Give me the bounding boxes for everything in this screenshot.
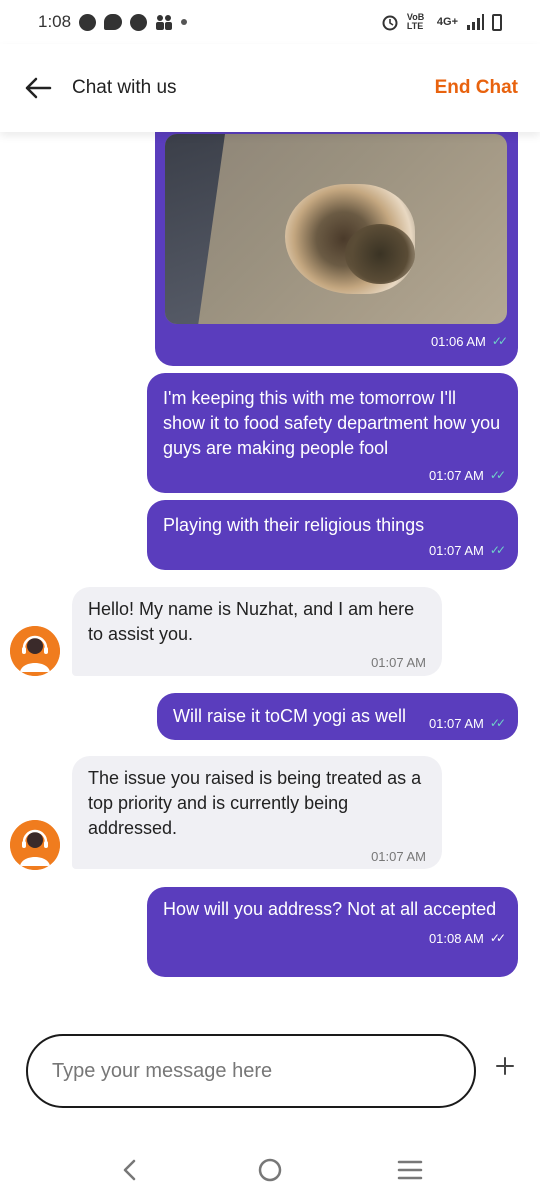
- status-bar: 1:08 VoB LTE 4G+: [0, 0, 540, 44]
- facebook-icon: [79, 13, 97, 31]
- message-out[interactable]: I'm keeping this with me tomorrow I'll s…: [147, 373, 518, 493]
- message-image-out[interactable]: 01:06 AM ✓✓: [155, 126, 518, 366]
- message-in[interactable]: Hello! My name is Nuzhat, and I am here …: [72, 587, 442, 676]
- message-out[interactable]: How will you address? Not at all accepte…: [147, 887, 518, 977]
- battery-icon: [492, 13, 502, 31]
- page-title: Chat with us: [72, 77, 177, 98]
- message-text: The issue you raised is being treated as…: [88, 768, 422, 838]
- message-out[interactable]: Playing with their religious things 01:0…: [147, 500, 518, 570]
- plus-icon: [496, 1057, 514, 1075]
- agent-avatar: [10, 820, 60, 870]
- back-button[interactable]: [22, 72, 54, 104]
- volte-label: VoB LTE: [406, 12, 425, 31]
- arrow-left-icon: [25, 77, 52, 99]
- double-check-icon: ✓✓: [489, 716, 506, 730]
- message-time: 01:07 AM ✓✓: [429, 711, 506, 736]
- message-time: 01:07 AM ✓✓: [163, 463, 506, 488]
- agent-headset-icon: [10, 626, 60, 676]
- agent-headset-icon: [10, 820, 60, 870]
- agent-avatar: [10, 626, 60, 676]
- system-navigation-bar: [0, 1140, 540, 1200]
- message-text: Hello! My name is Nuzhat, and I am here …: [88, 599, 415, 644]
- double-check-icon: ✓✓: [489, 468, 506, 482]
- message-text: I'm keeping this with me tomorrow I'll s…: [163, 388, 501, 458]
- people-icon: [156, 15, 173, 30]
- nav-recent-apps-button[interactable]: [390, 1150, 430, 1190]
- circle-home-icon: [258, 1158, 282, 1182]
- message-text: Will raise it toCM yogi as well: [173, 706, 407, 726]
- add-attachment-button[interactable]: [490, 1052, 520, 1082]
- chevron-left-icon: [123, 1159, 136, 1181]
- message-time: 01:08 AM ✓✓: [163, 926, 506, 951]
- status-time: 1:08: [38, 12, 72, 31]
- food-photo[interactable]: [165, 134, 507, 324]
- message-text: How will you address? Not at all accepte…: [163, 899, 497, 919]
- double-check-icon: ✓✓: [489, 931, 506, 945]
- chat-header: Chat with us End Chat: [0, 44, 540, 132]
- nav-back-button[interactable]: [110, 1150, 150, 1190]
- double-check-icon: ✓✓: [489, 543, 506, 557]
- message-time: 01:07 AM: [371, 655, 426, 670]
- end-chat-button[interactable]: End Chat: [435, 77, 518, 99]
- message-in[interactable]: The issue you raised is being treated as…: [72, 756, 442, 869]
- message-text: Playing with their religious things: [163, 515, 425, 535]
- signal-icon: [467, 14, 484, 30]
- network-label: 4G+: [436, 16, 458, 28]
- alarm-icon: [382, 15, 398, 31]
- menu-lines-icon: [397, 1160, 423, 1180]
- message-time: 01:06 AM ✓✓: [431, 329, 508, 354]
- message-time: 01:07 AM: [371, 849, 426, 864]
- message-time: 01:07 AM ✓✓: [163, 538, 506, 563]
- message-out[interactable]: Will raise it toCM yogi as well 01:07 AM…: [157, 693, 518, 740]
- notification-dot-icon: [181, 19, 188, 25]
- message-input[interactable]: [50, 1058, 434, 1084]
- message-composer: [26, 1034, 476, 1108]
- message-icon: [104, 14, 123, 30]
- nav-home-button[interactable]: [250, 1150, 290, 1190]
- chat-bubble-icon: [130, 13, 148, 31]
- double-check-icon: ✓✓: [491, 334, 508, 348]
